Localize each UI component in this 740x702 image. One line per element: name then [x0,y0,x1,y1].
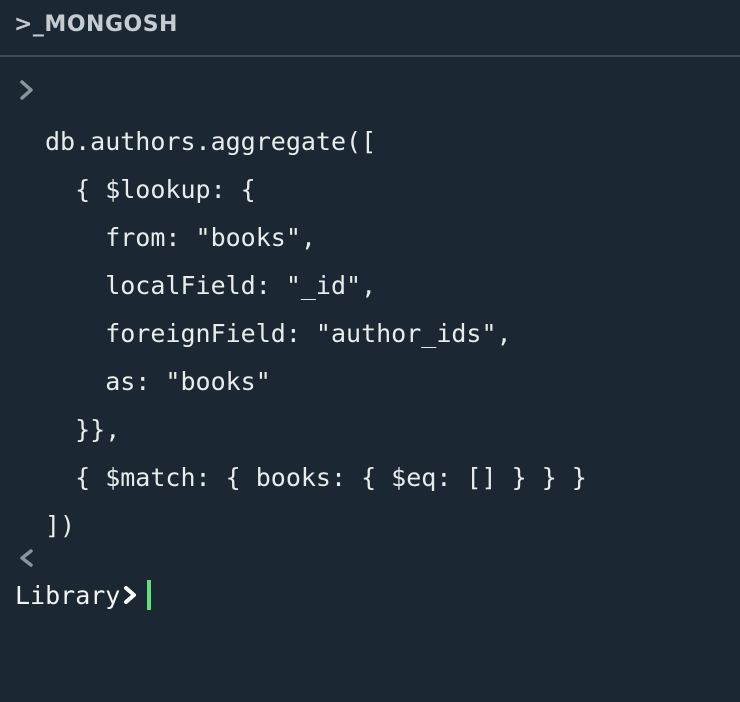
code-line: from: "books", [45,223,316,252]
code-line: ]) [45,511,76,540]
database-name: Library [15,580,121,610]
text-cursor[interactable] [147,580,152,610]
code-line: { $lookup: { [45,175,256,204]
chevron-left-icon [20,549,33,567]
app-title: >_MONGOSH [14,12,178,37]
code-line: }}, [45,415,121,444]
chevron-right-icon [20,80,33,100]
code-line: { $match: { books: { $eq: [] } } } [45,463,587,492]
shell-header: >_MONGOSH [0,0,740,57]
code-line: db.authors.aggregate([ [45,127,377,156]
shell-prompt[interactable]: Library [15,576,152,614]
prompt-chevron-icon [124,586,137,604]
code-line: localField: "_id", [45,271,377,300]
code-line: foreignField: "author_ids", [45,319,512,348]
code-line: as: "books" [45,367,271,396]
input-code-block: db.authors.aggregate([ { $lookup: { from… [45,118,587,550]
